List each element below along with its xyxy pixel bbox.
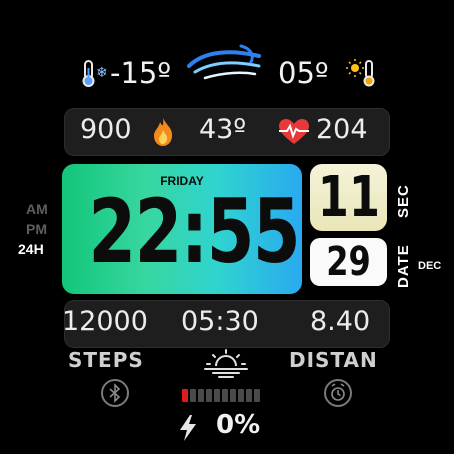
seconds-box: 11 [310, 164, 387, 231]
svg-text:❄: ❄ [96, 65, 108, 81]
distance-label: DISTAN [289, 348, 378, 372]
month-label: DEC [418, 260, 442, 272]
24h-label: 24H [18, 241, 44, 257]
charging-bolt-icon [177, 414, 199, 447]
sunrise-time: 05:30 [181, 306, 259, 337]
battery-segment [238, 389, 244, 402]
heart-rate-icon [277, 118, 311, 151]
seconds-label: SEC [395, 184, 412, 218]
sun-thermometer-icon [346, 58, 378, 93]
battery-segment [214, 389, 220, 402]
sunrise-icon [201, 348, 251, 383]
bluetooth-icon[interactable] [101, 379, 129, 407]
distance-value: 8.40 [310, 306, 371, 337]
battery-segments [182, 389, 262, 407]
steps-value: 12000 [62, 306, 148, 337]
battery-segment [206, 389, 212, 402]
battery-segment [222, 389, 228, 402]
battery-segment [198, 389, 204, 402]
alarm-icon[interactable] [324, 379, 352, 407]
temp-low: -15º [110, 56, 172, 90]
calories-value: 900 [80, 114, 132, 145]
battery-percent: 0% [216, 410, 261, 440]
humidity-value: 43º [199, 114, 247, 145]
am-label: AM [26, 201, 48, 217]
flame-icon [150, 116, 176, 153]
thermometer-snow-icon: ❄ [80, 58, 110, 93]
battery-segment [190, 389, 196, 402]
seconds-value: 11 [317, 165, 381, 230]
pm-label: PM [26, 221, 47, 237]
battery-segment [230, 389, 236, 402]
date-box: 29 [310, 238, 387, 286]
battery-segment [254, 389, 260, 402]
date-value: 29 [326, 239, 371, 285]
heart-rate-value: 204 [316, 114, 368, 145]
steps-label: STEPS [68, 348, 144, 372]
time-panel: FRIDAY 22:55 [62, 164, 302, 294]
battery-segment [182, 389, 188, 402]
battery-segment [246, 389, 252, 402]
wind-swoosh-icon [185, 40, 265, 95]
temp-high: 05º [278, 56, 329, 90]
clock-time: 22:55 [88, 180, 300, 283]
date-label: DATE [395, 244, 412, 288]
